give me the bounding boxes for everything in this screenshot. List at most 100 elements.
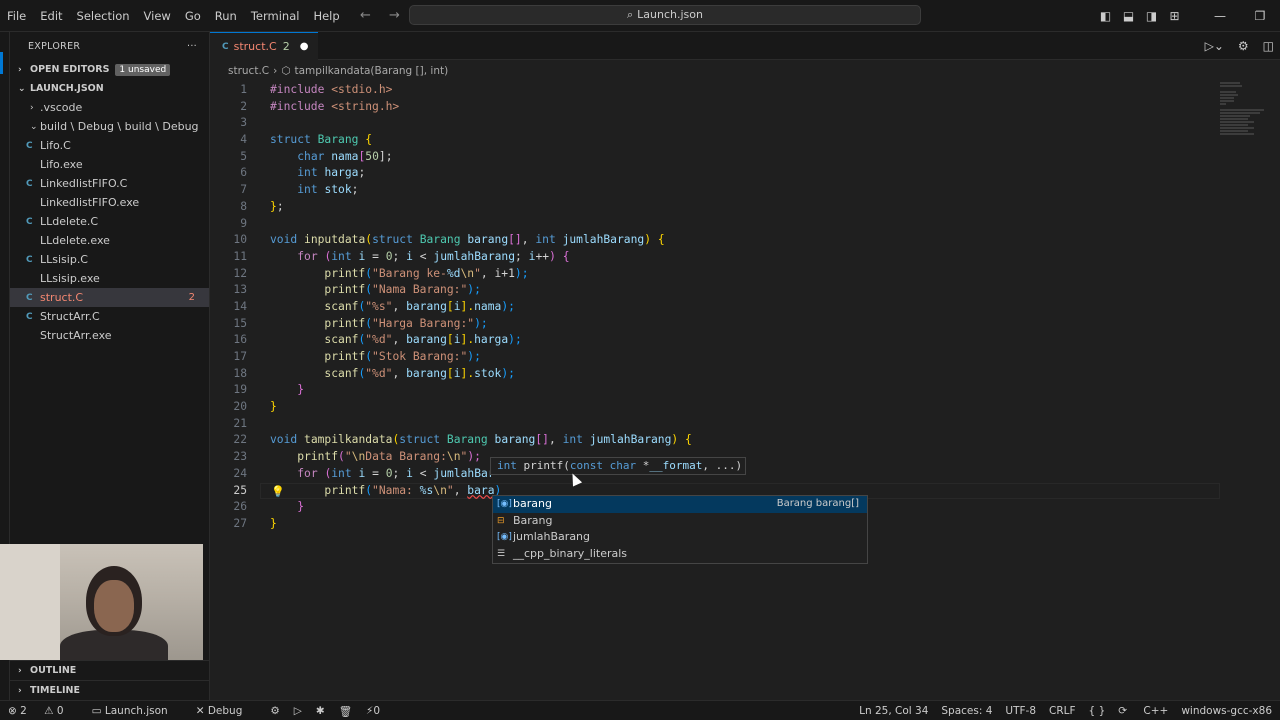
code-line: 10 void inputdata(struct Barang barang[],…: [233, 233, 665, 247]
history-nav: ← →: [360, 8, 414, 23]
code-line: 11 for (int i = 0; i < jumlahBarang; i++…: [233, 249, 570, 263]
tab-struct-c[interactable]: C struct.C 2 ●: [210, 32, 318, 60]
outline-label: OUTLINE: [30, 665, 77, 676]
tree-file-linkedlistfifo-c[interactable]: C LinkedlistFIFO.C: [10, 174, 209, 193]
timeline-section[interactable]: › TIMELINE: [10, 680, 209, 700]
command-center-search[interactable]: ⌕ Launch.json: [409, 5, 921, 25]
tree-item-label: LLdelete.C: [40, 215, 99, 228]
problems-status[interactable]: ⊗ 2 ⚠ 0: [8, 705, 78, 717]
restore-icon[interactable]: ❐: [1240, 9, 1280, 23]
editor-tab-bar: C struct.C 2 ● ▷⌄ ⚙ ◫: [210, 32, 1280, 60]
code-line: 1 #include <stdio.h>: [240, 83, 393, 96]
c-file-icon: C: [26, 178, 33, 189]
suggestion-item[interactable]: [◉] barang Barang barang[]: [493, 496, 867, 513]
forward-arrow-icon[interactable]: →: [389, 8, 400, 23]
breadcrumb-symbol[interactable]: tampilkandata(Barang [], int): [295, 65, 449, 77]
back-arrow-icon[interactable]: ←: [360, 8, 371, 23]
braces-icon[interactable]: { }: [1089, 705, 1106, 717]
tree-file-linkedlistfifo-exe[interactable]: LinkedlistFIFO.exe: [10, 193, 209, 212]
explorer-title: EXPLORER: [28, 40, 81, 52]
config-status[interactable]: windows-gcc-x86: [1181, 705, 1272, 717]
menu-terminal[interactable]: Terminal: [244, 9, 307, 23]
code-line: 12 printf("Barang ke-%d\n", i+1);: [233, 266, 529, 280]
code-line: 14 scanf("%s", barang[i].nama);: [233, 299, 515, 313]
cursor-position[interactable]: Ln 25, Col 34: [859, 705, 928, 717]
tree-item-label: struct.C: [40, 291, 84, 304]
menu-go[interactable]: Go: [178, 9, 208, 23]
language-mode[interactable]: ⟳ C++: [1118, 705, 1168, 717]
explorer-active-indicator: [0, 52, 3, 74]
menu-run[interactable]: Run: [208, 9, 244, 23]
customize-layout-icon[interactable]: ⊞: [1163, 9, 1186, 23]
c-file-icon: C: [26, 140, 33, 151]
tree-file-structarr-exe[interactable]: StructArr.exe: [10, 326, 209, 345]
debug-bug-icon[interactable]: ✱: [316, 705, 325, 717]
autocomplete-suggestions: [◉] barang Barang barang[] ⊟ Barang [◉] …: [492, 495, 868, 564]
breadcrumb-file[interactable]: struct.C: [228, 65, 269, 77]
presenter-face: [94, 580, 134, 632]
problems-count: 2: [188, 292, 195, 303]
tree-folder-build[interactable]: ⌄ build \ Debug \ build \ Debug: [10, 117, 209, 136]
run-icon[interactable]: ▷: [294, 705, 302, 717]
suggestion-label: __cpp_binary_literals: [513, 546, 628, 560]
unsaved-dot-icon[interactable]: ●: [300, 41, 309, 52]
tree-item-label: StructArr.exe: [40, 329, 112, 342]
minimize-icon[interactable]: —: [1200, 9, 1240, 23]
suggestion-item[interactable]: [◉] jumlahBarang: [493, 529, 867, 546]
outline-section[interactable]: › OUTLINE: [10, 660, 209, 680]
menu-selection[interactable]: Selection: [70, 9, 137, 23]
tree-file-lldelete-c[interactable]: C LLdelete.C: [10, 212, 209, 231]
split-editor-icon[interactable]: ◫: [1263, 39, 1274, 53]
tree-file-structarr-c[interactable]: C StructArr.C: [10, 307, 209, 326]
webcam-overlay: [0, 544, 203, 660]
encoding[interactable]: UTF-8: [1005, 705, 1036, 717]
suggestion-label: barang: [513, 497, 552, 510]
tab-problems-count: 2: [282, 40, 290, 53]
workspace-folder-section[interactable]: ⌄ LAUNCH.JSON: [10, 79, 209, 98]
window-controls: — ❐: [1200, 9, 1280, 23]
menu-view[interactable]: View: [137, 9, 178, 23]
toggle-panel-icon[interactable]: ⬓: [1117, 9, 1140, 23]
tree-file-llsisip-exe[interactable]: LLsisip.exe: [10, 269, 209, 288]
tree-folder-vscode[interactable]: › .vscode: [10, 98, 209, 117]
variable-icon: [◉]: [497, 532, 512, 543]
c-file-icon: C: [222, 41, 229, 52]
tree-file-lifo-c[interactable]: C Lifo.C: [10, 136, 209, 155]
unsaved-badge: 1 unsaved: [115, 63, 171, 76]
indentation[interactable]: Spaces: 4: [941, 705, 992, 717]
toggle-primary-sidebar-icon[interactable]: ◧: [1094, 9, 1117, 23]
settings-gear-icon[interactable]: ⚙: [270, 705, 279, 717]
code-line: 9: [240, 216, 247, 230]
text-icon: ☰: [497, 548, 506, 559]
tree-file-llsisip-c[interactable]: C LLsisip.C: [10, 250, 209, 269]
code-line: 19 }: [233, 383, 305, 397]
suggestion-item[interactable]: ⊟ Barang: [493, 513, 867, 530]
launch-config-status[interactable]: ▭ Launch.json: [92, 705, 182, 717]
open-editors-section[interactable]: › OPEN EDITORS 1 unsaved: [10, 60, 209, 79]
menu-edit[interactable]: Edit: [33, 9, 69, 23]
tree-item-label: Lifo.C: [40, 139, 71, 152]
tree-item-label: LLsisip.exe: [40, 272, 100, 285]
more-actions-icon[interactable]: ···: [187, 41, 197, 52]
tree-file-struct-c[interactable]: Cstruct.C 2: [10, 288, 209, 307]
c-file-icon: C: [26, 254, 33, 265]
line-endings[interactable]: CRLF: [1049, 705, 1076, 717]
c-file-icon: C: [26, 216, 33, 227]
settings-gear-icon[interactable]: ⚙: [1238, 39, 1249, 53]
chevron-right-icon: ›: [18, 64, 22, 75]
minimap[interactable]: [1220, 82, 1270, 142]
ports-status[interactable]: ⚡0: [366, 705, 394, 717]
code-line: 20}: [233, 400, 277, 414]
debug-status[interactable]: ✕ Debug: [196, 705, 257, 717]
menu-help[interactable]: Help: [306, 9, 346, 23]
tree-file-lifo-exe[interactable]: Lifo.exe: [10, 155, 209, 174]
toggle-secondary-sidebar-icon[interactable]: ◨: [1140, 9, 1163, 23]
run-debug-icon[interactable]: ▷⌄: [1205, 39, 1224, 53]
code-line: 17 printf("Stok Barang:");: [233, 350, 481, 363]
tree-file-lldelete-exe[interactable]: LLdelete.exe: [10, 231, 209, 250]
suggestion-item[interactable]: ☰ __cpp_binary_literals: [493, 546, 867, 563]
trash-icon[interactable]: 🗑: [339, 705, 352, 718]
breadcrumb-cube-icon: ⬡: [281, 65, 291, 77]
tree-item-label: LinkedlistFIFO.exe: [40, 196, 140, 209]
menu-file[interactable]: File: [0, 9, 33, 23]
